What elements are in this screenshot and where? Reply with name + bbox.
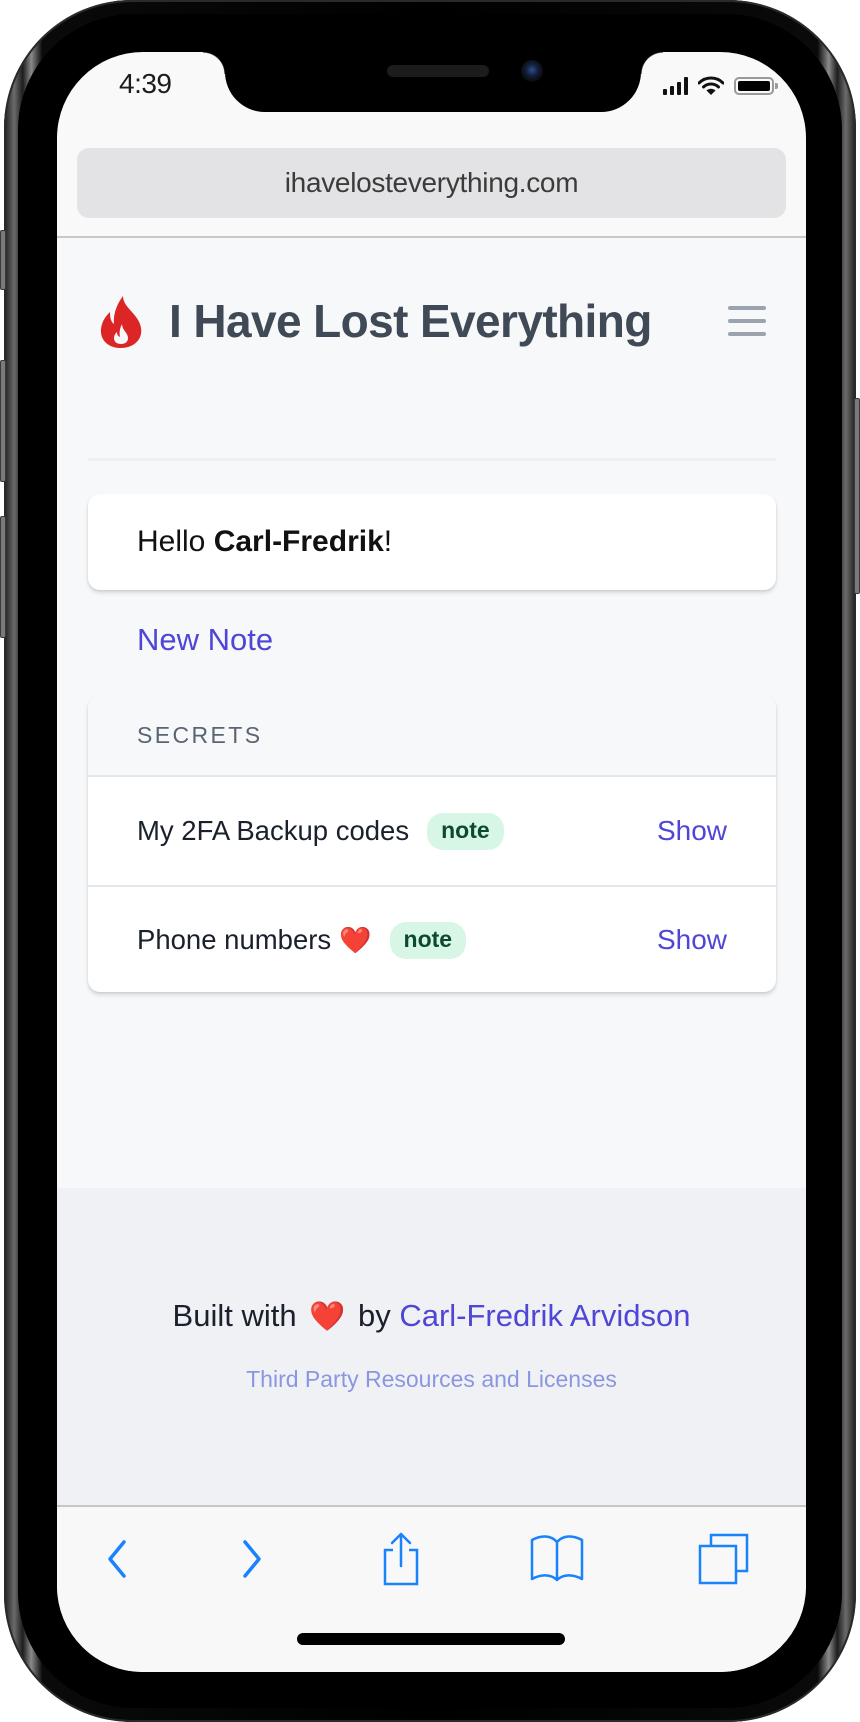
- volume-up-button: [0, 360, 6, 482]
- show-button[interactable]: Show: [657, 815, 727, 847]
- note-badge: note: [427, 812, 504, 850]
- heart-icon: ❤️: [339, 924, 372, 955]
- share-button[interactable]: [371, 1529, 431, 1589]
- back-button[interactable]: [87, 1529, 147, 1589]
- chevron-right-icon: [243, 1540, 261, 1578]
- greeting-suffix: !: [383, 525, 393, 558]
- flame-icon[interactable]: [95, 294, 147, 348]
- share-icon: [383, 1532, 419, 1586]
- cellular-signal-icon: [663, 77, 688, 95]
- greeting-prefix: Hello: [137, 525, 214, 558]
- secret-row: My 2FA Backup codes note Show: [88, 777, 776, 885]
- header-divider: [88, 458, 776, 461]
- speaker: [387, 65, 489, 77]
- hamburger-menu-icon[interactable]: [728, 306, 766, 336]
- safari-toolbar: [57, 1505, 806, 1672]
- new-note-link[interactable]: New Note: [137, 622, 273, 658]
- secrets-panel: SECRETS My 2FA Backup codes note Show Ph…: [88, 696, 776, 992]
- footer-by: by: [357, 1298, 391, 1333]
- status-time: 4:39: [119, 68, 172, 99]
- site-title[interactable]: I Have Lost Everything: [169, 294, 652, 348]
- show-button[interactable]: Show: [657, 924, 727, 956]
- volume-down-button: [0, 516, 6, 638]
- bookmarks-button[interactable]: [527, 1529, 587, 1589]
- user-name: Carl-Fredrik: [213, 525, 384, 558]
- tabs-icon: [698, 1533, 749, 1585]
- power-button: [854, 398, 860, 594]
- site-header: I Have Lost Everything: [88, 281, 776, 361]
- wifi-icon: [698, 76, 724, 95]
- site-footer: Built with ❤️ by Carl-Fredrik Arvidson T…: [57, 1188, 806, 1506]
- status-icons: [663, 76, 778, 96]
- greeting-card: Hello Carl-Fredrik!: [88, 494, 776, 590]
- footer-credit: Built with ❤️ by Carl-Fredrik Arvidson: [57, 1298, 806, 1334]
- secrets-heading: SECRETS: [88, 696, 776, 777]
- notch: [203, 52, 663, 112]
- secret-title: Phone numbers: [137, 924, 332, 955]
- mute-switch: [0, 230, 6, 290]
- forward-button[interactable]: [222, 1529, 282, 1589]
- tabs-button[interactable]: [694, 1529, 754, 1589]
- licenses-link[interactable]: Third Party Resources and Licenses: [57, 1366, 806, 1393]
- book-icon: [530, 1535, 584, 1582]
- secret-row: Phone numbers ❤️ note Show: [88, 885, 776, 992]
- author-link[interactable]: Carl-Fredrik Arvidson: [399, 1298, 690, 1333]
- heart-icon: ❤️: [309, 1301, 346, 1333]
- chevron-left-icon: [108, 1540, 126, 1578]
- phone-screen: 4:39 ihavelosteverything.com I Have Lost…: [57, 52, 806, 1672]
- camera-icon: [521, 60, 543, 82]
- home-indicator[interactable]: [297, 1633, 565, 1645]
- footer-built-prefix: Built with: [172, 1298, 297, 1333]
- web-page: I Have Lost Everything Hello Carl-Fredri…: [57, 238, 806, 1506]
- note-badge: note: [389, 921, 467, 959]
- url-bar[interactable]: ihavelosteverything.com: [77, 148, 786, 218]
- battery-icon: [734, 77, 778, 95]
- secret-title: My 2FA Backup codes: [137, 815, 410, 846]
